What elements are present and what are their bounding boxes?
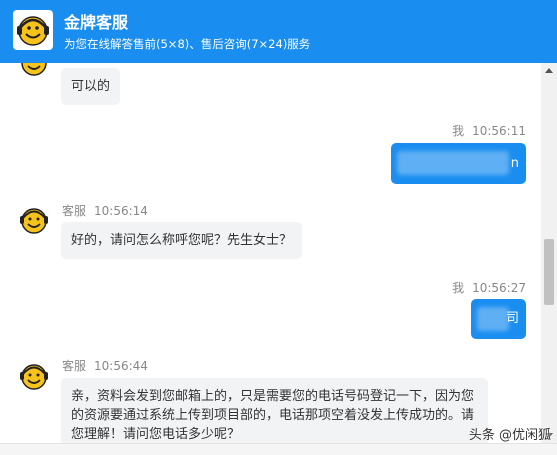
agent-avatar-icon (17, 203, 51, 237)
user-message-meta: 我 10:56:11 (452, 122, 526, 139)
header-subtitle: 为您在线解答售前(5×8)、售后咨询(7×24)服务 (64, 37, 311, 51)
message-text: 可以的 (71, 79, 111, 94)
chat-messages[interactable]: 可以的 我 10:56:11 n 客服 10:56:14 好的，请问怎么称呼您呢？先… (0, 63, 541, 443)
message-text: 亲，资料会发到您邮箱上的，只是需要您的电话号码登记一下，因为您的资源要通过系统上… (71, 389, 475, 442)
agent-avatar-icon (17, 359, 51, 393)
message-text: 好的，请问怎么称呼您呢？先生女士？ (71, 233, 293, 248)
message-time: 10:56:27 (472, 281, 526, 295)
user-message-meta: 我 10:56:27 (452, 279, 526, 296)
agent-message-bubble: 亲，资料会发到您邮箱上的，只是需要您的电话号码登记一下，因为您的资源要通过系统上… (61, 378, 488, 443)
service-logo-icon (13, 10, 53, 50)
sender-name: 客服 (62, 204, 87, 218)
input-area-edge (0, 443, 557, 455)
agent-message-bubble: 好的，请问怎么称呼您呢？先生女士？ (61, 222, 303, 259)
message-text: n (510, 156, 519, 171)
scrollbar-thumb[interactable] (544, 239, 554, 305)
redacted-content (397, 151, 509, 175)
sender-name: 客服 (62, 359, 87, 373)
message-time: 10:56:11 (472, 124, 526, 138)
header-title: 金牌客服 (64, 13, 129, 32)
agent-message-bubble: 可以的 (61, 68, 121, 105)
chat-header: 金牌客服 为您在线解答售前(5×8)、售后咨询(7×24)服务 (0, 0, 557, 63)
agent-message-meta: 客服 10:56:44 (62, 357, 148, 374)
message-time: 10:56:14 (94, 204, 148, 218)
user-message-bubble: n (391, 143, 526, 184)
message-text: 司 (505, 311, 519, 326)
agent-avatar-icon (17, 63, 51, 79)
user-message-bubble: 司 (471, 299, 526, 339)
sender-name: 我 (452, 124, 465, 138)
scroll-up-arrow-icon[interactable] (545, 68, 553, 73)
agent-message-meta: 客服 10:56:14 (62, 202, 148, 219)
redacted-content (477, 307, 509, 331)
sender-name: 我 (452, 281, 465, 295)
chat-scrollbar[interactable] (541, 63, 557, 443)
watermark: 头条 @优闲狐 (468, 428, 551, 443)
message-time: 10:56:44 (94, 359, 148, 373)
